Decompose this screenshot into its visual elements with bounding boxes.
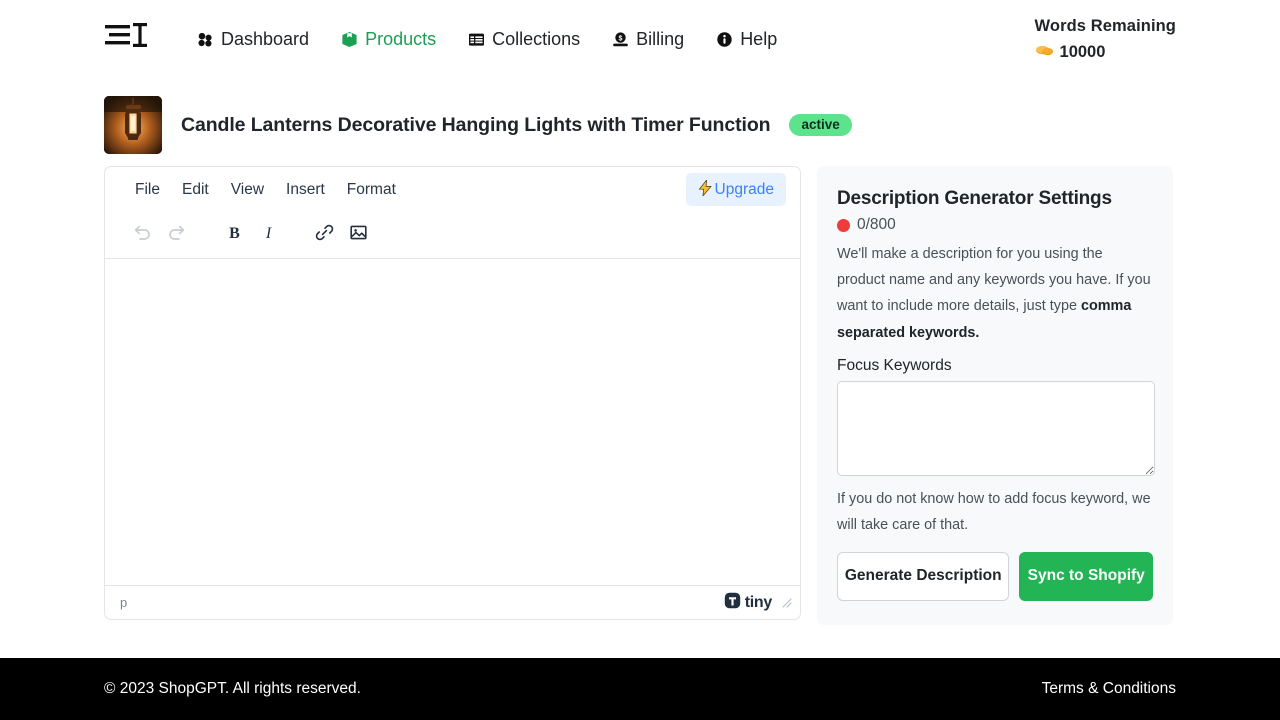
coins-icon xyxy=(1035,42,1054,62)
settings-title: Description Generator Settings xyxy=(837,188,1112,209)
lines-and-text-cursor-logo-icon xyxy=(104,21,148,58)
nav-item-collections-label: Collections xyxy=(492,28,581,49)
nav-item-billing-label: Billing xyxy=(636,28,685,49)
editor-menubar: File Edit View Insert Format Upgrade xyxy=(105,167,800,211)
svg-text:I: I xyxy=(264,225,271,242)
description-generator-settings-panel: Description Generator Settings 0/800 We'… xyxy=(817,166,1173,625)
bold-icon[interactable]: B xyxy=(217,215,251,249)
upgrade-button[interactable]: Upgrade xyxy=(685,173,786,206)
italic-icon[interactable]: I xyxy=(251,215,285,249)
editor-toolbar: B I xyxy=(105,211,800,259)
top-navbar: Dashboard Products Collections $ Billing… xyxy=(0,0,1280,78)
info-circle-icon xyxy=(715,30,733,48)
upgrade-button-label: Upgrade xyxy=(714,180,774,198)
editor-menu-file[interactable]: File xyxy=(125,175,170,205)
tinymce-branding[interactable]: tiny xyxy=(724,592,772,614)
sync-to-shopify-button[interactable]: Sync to Shopify xyxy=(1019,552,1153,601)
editor-content-area[interactable] xyxy=(105,259,800,585)
page-footer: © 2023 ShopGPT. All rights reserved. Ter… xyxy=(0,658,1280,720)
editor-element-path[interactable]: p xyxy=(120,595,127,610)
generate-description-button[interactable]: Generate Description xyxy=(837,552,1010,601)
settings-description: We'll make a description for you using t… xyxy=(837,241,1153,346)
svg-text:$: $ xyxy=(618,35,622,42)
app-logo[interactable] xyxy=(104,19,160,59)
product-header: Candle Lanterns Decorative Hanging Light… xyxy=(0,96,1280,154)
nav-item-billing[interactable]: $ Billing xyxy=(611,29,684,50)
product-thumbnail[interactable] xyxy=(104,96,162,154)
editor-menu-format[interactable]: Format xyxy=(337,175,406,205)
redo-icon[interactable] xyxy=(159,215,193,249)
nav-item-products-label: Products xyxy=(365,28,437,49)
nav-item-dashboard[interactable]: Dashboard xyxy=(196,29,309,50)
words-remaining-value: 10000 xyxy=(1059,42,1106,61)
focus-keywords-input[interactable] xyxy=(837,380,1155,476)
lightning-bolt-icon xyxy=(698,178,713,199)
nav-links: Dashboard Products Collections $ Billing… xyxy=(196,29,777,50)
words-remaining: Words Remaining 10000 xyxy=(1035,15,1176,63)
description-editor: File Edit View Insert Format Upgrade B I… xyxy=(104,166,801,620)
money-bill-icon: $ xyxy=(611,30,629,48)
editor-menu-insert[interactable]: Insert xyxy=(276,175,335,205)
tinymce-logo-icon xyxy=(724,592,741,614)
main-content: File Edit View Insert Format Upgrade B I… xyxy=(0,166,1280,625)
undo-icon[interactable] xyxy=(125,215,159,249)
nav-item-help-label: Help xyxy=(740,28,778,49)
character-counter: 0/800 xyxy=(837,216,1153,234)
nav-item-help[interactable]: Help xyxy=(715,29,777,50)
table-list-icon xyxy=(467,30,485,48)
words-remaining-count: 10000 xyxy=(1035,41,1176,63)
editor-resize-handle[interactable] xyxy=(781,597,792,608)
svg-text:B: B xyxy=(229,225,240,242)
footer-copyright: © 2023 ShopGPT. All rights reserved. xyxy=(104,680,361,697)
words-remaining-label: Words Remaining xyxy=(1034,17,1176,36)
counter-value: 0/800 xyxy=(857,216,896,233)
nav-item-products[interactable]: Products xyxy=(340,29,436,50)
settings-actions: Generate Description Sync to Shopify xyxy=(837,552,1153,601)
tinymce-brand-label: tiny xyxy=(744,593,773,611)
editor-status-bar: p tiny xyxy=(105,585,800,619)
counter-status-dot-icon xyxy=(837,218,850,232)
focus-keywords-label: Focus Keywords xyxy=(837,356,952,374)
focus-keywords-hint: If you do not know how to add focus keyw… xyxy=(837,490,1151,534)
link-icon[interactable] xyxy=(307,215,341,249)
editor-menu-view[interactable]: View xyxy=(221,175,274,205)
footer-terms-link[interactable]: Terms & Conditions xyxy=(1042,680,1176,698)
product-title: Candle Lanterns Decorative Hanging Light… xyxy=(181,113,771,136)
cubes-icon xyxy=(196,30,214,48)
nav-item-dashboard-label: Dashboard xyxy=(221,28,310,49)
status-badge: active xyxy=(789,113,852,137)
nav-item-collections[interactable]: Collections xyxy=(467,29,580,50)
lantern-photo-thumbnail-icon xyxy=(104,96,162,154)
editor-menu-edit[interactable]: Edit xyxy=(172,175,219,205)
box-icon xyxy=(340,30,358,48)
image-icon[interactable] xyxy=(341,215,375,249)
